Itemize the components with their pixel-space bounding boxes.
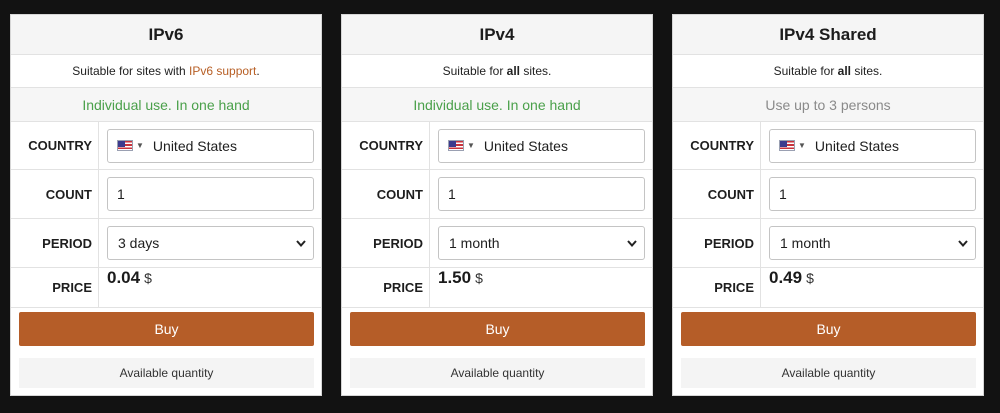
card-title: IPv6 <box>11 15 321 55</box>
chevron-down-icon <box>296 240 306 248</box>
country-row: COUNTRY ▼ United States <box>342 122 652 170</box>
price-label: PRICE <box>673 268 761 307</box>
country-row: COUNTRY ▼ United States <box>673 122 983 170</box>
description-text-end: sites. <box>520 64 552 78</box>
count-input[interactable]: 1 <box>769 177 976 211</box>
count-row: COUNT 1 <box>342 170 652 219</box>
product-card-ipv4: IPv4 Suitable for all sites. Individual … <box>341 14 653 396</box>
country-value: United States <box>483 137 568 154</box>
period-value: 1 month <box>449 235 500 251</box>
country-select[interactable]: ▼ United States <box>438 128 645 163</box>
period-row: PERIOD 1 month <box>342 219 652 268</box>
buy-button[interactable]: Buy <box>19 312 314 346</box>
usage-note: Individual use. In one hand <box>342 88 652 122</box>
available-quantity-button[interactable]: Available quantity <box>681 358 976 388</box>
ipv6-support-link[interactable]: IPv6 support <box>189 64 256 78</box>
country-label: COUNTRY <box>11 122 99 169</box>
period-label: PERIOD <box>342 219 430 267</box>
period-select[interactable]: 1 month <box>769 226 976 260</box>
count-row: COUNT 1 <box>11 170 321 219</box>
description-bold: all <box>506 64 521 78</box>
count-value: 1 <box>117 186 125 202</box>
price-value: 1.50 $ <box>430 268 483 307</box>
count-value: 1 <box>448 186 456 202</box>
chevron-down-icon <box>958 240 968 248</box>
description-text: Suitable for <box>773 64 838 78</box>
country-select[interactable]: ▼ United States <box>769 128 976 163</box>
price-currency: $ <box>144 270 152 286</box>
price-label: PRICE <box>11 268 99 307</box>
price-currency: $ <box>475 270 483 286</box>
description-text: Suitable for <box>442 64 507 78</box>
caret-down-icon: ▼ <box>136 141 144 150</box>
price-amount: 1.50 <box>438 268 472 287</box>
description-text-end: sites. <box>851 64 883 78</box>
card-description: Suitable for sites with IPv6 support. <box>11 55 321 88</box>
card-title: IPv4 Shared <box>673 15 983 55</box>
price-value: 0.49 $ <box>761 268 814 307</box>
chevron-down-icon <box>627 240 637 248</box>
period-label: PERIOD <box>11 219 99 267</box>
period-row: PERIOD 3 days <box>11 219 321 268</box>
product-card-ipv6: IPv6 Suitable for sites with IPv6 suppor… <box>10 14 322 396</box>
country-select[interactable]: ▼ United States <box>107 128 314 163</box>
country-label: COUNTRY <box>342 122 430 169</box>
period-value: 3 days <box>118 235 160 251</box>
count-value: 1 <box>779 186 787 202</box>
buy-button[interactable]: Buy <box>350 312 645 346</box>
period-label: PERIOD <box>673 219 761 267</box>
price-row: PRICE 0.04 $ <box>11 268 321 308</box>
price-currency: $ <box>806 270 814 286</box>
country-row: COUNTRY ▼ United States <box>11 122 321 170</box>
description-text-end: . <box>256 64 260 78</box>
country-value: United States <box>152 137 237 154</box>
description-bold: all <box>837 64 852 78</box>
period-select[interactable]: 1 month <box>438 226 645 260</box>
period-select[interactable]: 3 days <box>107 226 314 260</box>
price-row: PRICE 1.50 $ <box>342 268 652 308</box>
us-flag-icon <box>448 140 464 151</box>
count-input[interactable]: 1 <box>107 177 314 211</box>
price-label: PRICE <box>342 268 430 307</box>
count-row: COUNT 1 <box>673 170 983 219</box>
product-card-ipv4-shared: IPv4 Shared Suitable for all sites. Use … <box>672 14 984 396</box>
available-quantity-button[interactable]: Available quantity <box>19 358 314 388</box>
caret-down-icon: ▼ <box>467 141 475 150</box>
count-input[interactable]: 1 <box>438 177 645 211</box>
usage-note: Individual use. In one hand <box>11 88 321 122</box>
card-description: Suitable for all sites. <box>342 55 652 88</box>
count-label: COUNT <box>342 170 430 218</box>
period-row: PERIOD 1 month <box>673 219 983 268</box>
country-value: United States <box>814 137 899 154</box>
card-title: IPv4 <box>342 15 652 55</box>
us-flag-icon <box>779 140 795 151</box>
buy-button[interactable]: Buy <box>681 312 976 346</box>
description-text: Suitable for sites with <box>72 64 189 78</box>
us-flag-icon <box>117 140 133 151</box>
caret-down-icon: ▼ <box>798 141 806 150</box>
usage-note: Use up to 3 persons <box>673 88 983 122</box>
period-value: 1 month <box>780 235 831 251</box>
count-label: COUNT <box>11 170 99 218</box>
price-value: 0.04 $ <box>99 268 152 307</box>
available-quantity-button[interactable]: Available quantity <box>350 358 645 388</box>
price-row: PRICE 0.49 $ <box>673 268 983 308</box>
country-label: COUNTRY <box>673 122 761 169</box>
price-amount: 0.04 <box>107 268 141 287</box>
price-amount: 0.49 <box>769 268 803 287</box>
card-description: Suitable for all sites. <box>673 55 983 88</box>
count-label: COUNT <box>673 170 761 218</box>
